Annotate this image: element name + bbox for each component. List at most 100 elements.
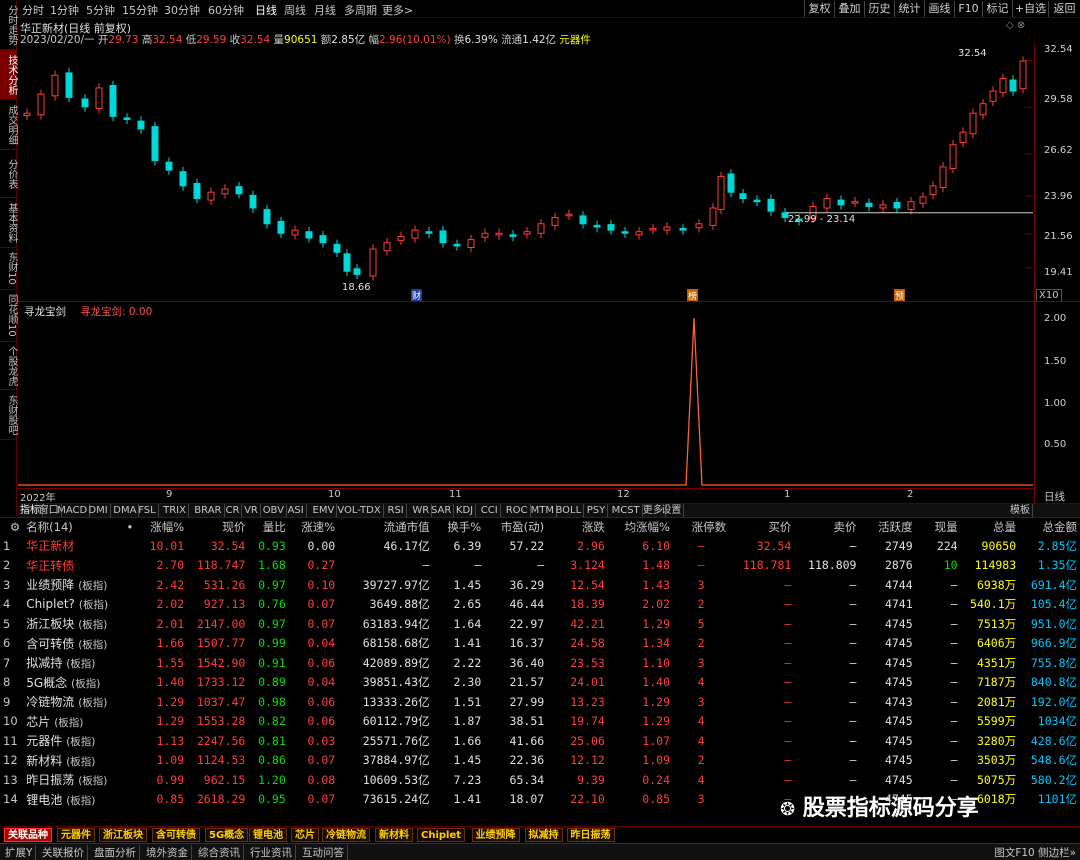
- column-header[interactable]: •: [122, 518, 138, 536]
- settings-gear-icon[interactable]: ⚙: [0, 518, 23, 536]
- indicator-tab[interactable]: ASI: [286, 504, 307, 517]
- table-row[interactable]: 5 浙江板块 (板指) 2.01 2147.00 0.97 0.07 63183.94亿 1.6…: [0, 614, 1080, 634]
- period-multi[interactable]: 多周期: [344, 2, 377, 18]
- indicator-tab[interactable]: 设置: [659, 504, 685, 517]
- column-header[interactable]: 卖价: [794, 518, 859, 536]
- status-item[interactable]: 行业资讯: [247, 845, 296, 860]
- sector-tab[interactable]: Chiplet: [417, 828, 466, 842]
- indicator-tab[interactable]: MCST: [610, 504, 643, 517]
- security-name[interactable]: 锂电池 (板指): [23, 790, 122, 810]
- sector-tab[interactable]: 业绩预降: [471, 828, 520, 842]
- column-header[interactable]: 名称(14): [23, 518, 122, 536]
- tab-tonghuashun10[interactable]: 同花顺10: [0, 290, 17, 342]
- sector-tab[interactable]: 关联品种: [4, 828, 52, 842]
- draw-line-button[interactable]: 画线: [924, 1, 954, 17]
- period-more[interactable]: 更多>: [382, 2, 413, 18]
- mark-button[interactable]: 标记: [982, 1, 1012, 17]
- indicator-tab[interactable]: MACD: [55, 504, 91, 517]
- security-name[interactable]: 华正转债: [23, 556, 122, 576]
- period-15min[interactable]: 15分钟: [122, 2, 158, 18]
- status-item[interactable]: 扩展Y: [2, 845, 37, 860]
- indicator-chart[interactable]: [18, 302, 1033, 489]
- column-header[interactable]: 市盈(动): [484, 518, 547, 536]
- tab-price-table[interactable]: 分价表: [0, 150, 17, 198]
- indicator-tab[interactable]: DMI: [86, 504, 111, 517]
- candlestick-chart[interactable]: [18, 44, 1033, 301]
- sector-tab[interactable]: 元器件: [57, 828, 95, 842]
- period-60min[interactable]: 60分钟: [208, 2, 244, 18]
- table-row[interactable]: 6 含可转债 (板指) 1.66 1507.77 0.99 0.04 68158.68亿 1.4…: [0, 634, 1080, 654]
- indicator-tab[interactable]: VOL-TDX: [335, 504, 384, 517]
- sector-tab[interactable]: 新材料: [375, 828, 413, 842]
- table-row[interactable]: 13 昨日振荡 (板指) 0.99 962.15 1.20 0.08 10609.53亿 7.2…: [0, 770, 1080, 790]
- column-header[interactable]: 涨停数: [673, 518, 729, 536]
- tab-dragon-tiger[interactable]: 个股龙虎: [0, 342, 17, 390]
- sector-tab[interactable]: 浙江板块: [99, 828, 147, 842]
- column-header[interactable]: 流通市值: [338, 518, 432, 536]
- column-header[interactable]: 活跃度: [859, 518, 915, 536]
- indicator-tab[interactable]: BOLL: [554, 504, 585, 517]
- table-row[interactable]: 12 新材料 (板指) 1.09 1124.53 0.86 0.07 37884.97亿 1.4…: [0, 751, 1080, 771]
- security-name[interactable]: 华正新材: [23, 536, 122, 556]
- indicator-tab[interactable]: ROC: [504, 504, 531, 517]
- tab-basic-info[interactable]: 基本资料: [0, 198, 17, 248]
- f10-button[interactable]: F10: [954, 1, 982, 17]
- tab-stock-forum[interactable]: 东财股吧: [0, 390, 17, 440]
- indicator-tab[interactable]: CCI: [479, 504, 501, 517]
- column-header[interactable]: 量比: [248, 518, 288, 536]
- indicator-tab[interactable]: CR: [224, 504, 243, 517]
- tab-trade-details[interactable]: 成交明细: [0, 100, 17, 150]
- sector-tab[interactable]: 5G概念: [205, 828, 249, 842]
- period-timeshare[interactable]: 分时: [22, 2, 44, 18]
- security-name[interactable]: 浙江板块 (板指): [23, 614, 122, 634]
- indicator-tab[interactable]: EMV: [311, 504, 338, 517]
- table-row[interactable]: 11 元器件 (板指) 1.13 2247.56 0.81 0.03 25571.76亿 1.6…: [0, 731, 1080, 751]
- security-name[interactable]: 元器件 (板指): [23, 731, 122, 751]
- add-watchlist-button[interactable]: +自选: [1012, 1, 1048, 17]
- status-item[interactable]: 关联报价: [39, 845, 88, 860]
- column-header[interactable]: 换手%: [433, 518, 485, 536]
- table-row[interactable]: 10 芯片 (板指) 1.29 1553.28 0.82 0.06 60112.79亿 1.87…: [0, 712, 1080, 732]
- indicator-tab[interactable]: VR: [242, 504, 261, 517]
- sector-tab[interactable]: 拟减持: [524, 828, 563, 842]
- security-name[interactable]: 昨日振荡 (板指): [23, 770, 122, 790]
- f10-sidebar-toggle[interactable]: 图文F10 侧边栏»: [994, 845, 1076, 860]
- chart-options-icons[interactable]: ◇ ⊗: [1006, 20, 1025, 31]
- table-row[interactable]: 8 5G概念 (板指) 1.40 1733.12 0.89 0.04 39851.43亿 2.3…: [0, 673, 1080, 693]
- period-monthly[interactable]: 月线: [314, 2, 336, 18]
- table-row[interactable]: 7 拟减持 (板指) 1.55 1542.90 0.91 0.06 42089.89亿 2.22…: [0, 653, 1080, 673]
- period-1min[interactable]: 1分钟: [50, 2, 79, 18]
- indicator-tab[interactable]: PSY: [585, 504, 609, 517]
- status-item[interactable]: 盘面分析: [91, 845, 140, 860]
- table-row[interactable]: 3 业绩预降 (板指) 2.42 531.26 0.97 0.10 39727.97亿 1.45…: [0, 575, 1080, 595]
- sector-tab[interactable]: 锂电池: [249, 828, 287, 842]
- status-item[interactable]: 境外资金: [143, 845, 192, 860]
- column-header[interactable]: 买价: [729, 518, 794, 536]
- restore-rights-button[interactable]: 复权: [804, 1, 834, 17]
- table-row[interactable]: 4 Chiplet? (板指) 2.02 927.13 0.76 0.07 3649.88亿 2…: [0, 595, 1080, 615]
- status-item[interactable]: 综合资讯: [195, 845, 244, 860]
- indicator-tab[interactable]: OBV: [261, 504, 287, 517]
- indicator-tab[interactable]: FSL: [136, 504, 159, 517]
- period-daily[interactable]: 日线: [255, 2, 277, 18]
- table-row[interactable]: 9 冷链物流 (板指) 1.29 1037.47 0.98 0.06 13333.26亿 1.5…: [0, 692, 1080, 712]
- tab-time-sharing[interactable]: 分时走势: [0, 0, 17, 50]
- table-row[interactable]: 1 华正新材 10.01 32.54 0.93 0.00 46.17亿 6.39 57.22 2.…: [0, 536, 1080, 556]
- indicator-tab[interactable]: TRIX: [161, 504, 189, 517]
- column-header[interactable]: 总金额: [1019, 518, 1080, 536]
- column-header[interactable]: 涨跌: [547, 518, 608, 536]
- period-weekly[interactable]: 周线: [284, 2, 306, 18]
- column-header[interactable]: 现价: [187, 518, 248, 536]
- indicator-tab[interactable]: SAR: [429, 504, 455, 517]
- sector-tab[interactable]: 冷链物流: [322, 828, 370, 842]
- column-header[interactable]: 总量: [961, 518, 1020, 536]
- period-5min[interactable]: 5分钟: [86, 2, 115, 18]
- statistics-button[interactable]: 统计: [894, 1, 924, 17]
- security-name[interactable]: 拟减持 (板指): [23, 653, 122, 673]
- security-name[interactable]: 5G概念 (板指): [23, 673, 122, 693]
- column-header[interactable]: 现量: [916, 518, 961, 536]
- indicator-tab[interactable]: KDJ: [454, 504, 477, 517]
- table-row[interactable]: 2 华正转债 2.70 118.747 1.68 0.27 – – – 3.124 1.48 – 118…: [0, 556, 1080, 576]
- status-item[interactable]: 互动问答: [299, 845, 348, 860]
- template-button[interactable]: 模板: [1008, 504, 1033, 517]
